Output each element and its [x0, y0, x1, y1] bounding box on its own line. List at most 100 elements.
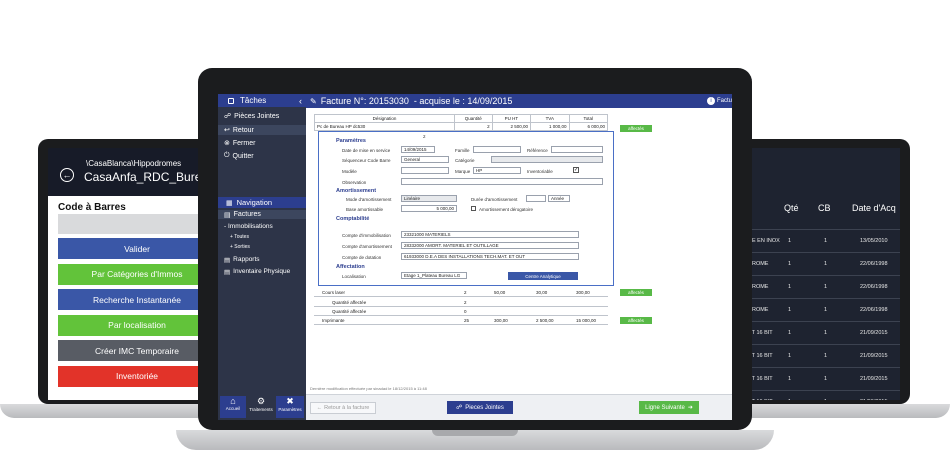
amortization-account-label: Compte d'amortissement: [342, 244, 392, 249]
gear-icon: ⚙: [256, 396, 266, 406]
depreciation-mode-select[interactable]: Linéaire: [401, 195, 457, 202]
inventoriable-label: Inventoriable: [527, 169, 553, 174]
left-action-button[interactable]: Inventoriée: [58, 365, 216, 387]
table-cell: 25: [464, 318, 470, 323]
nav-item-inventory[interactable]: ▤ Inventaire Physique: [218, 267, 306, 276]
assigned-tag: affectés: [620, 125, 652, 132]
nav-item-invoices[interactable]: ▤ Factures: [218, 210, 306, 219]
analytic-center-button[interactable]: Centre Analytique: [508, 272, 578, 280]
back-icon: ↩: [224, 127, 230, 134]
nav-item-all[interactable]: + Toutes: [218, 233, 306, 241]
table-row[interactable]: Cours laser 2 50,00 30,00 300,00: [314, 288, 608, 297]
inventoriable-checkbox[interactable]: ✓: [573, 167, 579, 173]
table-cell: 30,00: [536, 290, 548, 295]
sidebar-item-close[interactable]: ⊗ Fermer: [218, 138, 306, 148]
reference-field[interactable]: [551, 146, 603, 153]
settings-button[interactable]: ✖ Paramètres: [276, 396, 304, 418]
date-label: Date de mise en service: [342, 148, 391, 153]
col-unit-price: PU HT: [491, 114, 532, 123]
assigned-tag: affectés: [620, 317, 652, 324]
col-designation: Désignation: [314, 114, 455, 123]
left-action-button[interactable]: Recherche Instantanée: [58, 289, 216, 310]
tasks-icon: [228, 97, 234, 104]
center-laptop-notch: [432, 430, 518, 436]
table-row[interactable]: Quantité affectée 0: [314, 307, 608, 316]
table-row[interactable]: [748, 299, 900, 321]
category-select[interactable]: [491, 156, 603, 163]
sequencer-select[interactable]: General: [401, 156, 449, 163]
table-row[interactable]: [748, 230, 900, 252]
allocation-account-label: Compte de dotation: [342, 255, 382, 260]
table-row[interactable]: Imprimante 25 300,00 2 500,00 15 000,00: [314, 316, 608, 325]
location-field[interactable]: Etage 1_Plateau Bureau LG: [401, 272, 467, 279]
model-field[interactable]: [401, 167, 449, 174]
count-value: 2: [423, 134, 426, 139]
back-arrow-icon[interactable]: ←: [60, 168, 74, 182]
back-to-invoice-button[interactable]: ← Retour à la facture: [310, 402, 376, 414]
asset-account-field[interactable]: 23321000 MATERIELS: [401, 231, 579, 238]
collapse-chevron-icon[interactable]: ‹: [299, 96, 302, 106]
nav-item-assets[interactable]: - Immobilisations: [218, 222, 306, 231]
left-action-button[interactable]: Créer IMC Temporaire: [58, 340, 216, 361]
table-row[interactable]: [748, 253, 900, 275]
home-button[interactable]: ⌂ Accueil: [220, 396, 246, 418]
category-label: Catégorie: [455, 158, 475, 163]
table-row[interactable]: [748, 391, 900, 400]
next-line-button[interactable]: Ligne Suivante ➜: [639, 401, 699, 414]
navigation-header: ▦ Navigation: [218, 197, 306, 208]
observation-field[interactable]: [401, 178, 603, 185]
tasks-title: Tâches: [240, 96, 267, 105]
brand-label: Marque: [455, 169, 471, 174]
family-label: Famille: [455, 148, 470, 153]
left-app-header: \CasaBlanca\Hippodromes ← CasaAnfa_RDC_B…: [48, 148, 216, 196]
left-app-title: CasaAnfa_RDC_Bure: [84, 170, 202, 184]
left-action-button[interactable]: Par Catégories d'Immos: [58, 263, 216, 285]
assigned-tag: affectés: [620, 289, 652, 296]
date-field[interactable]: 14/09/2015: [401, 146, 435, 153]
title-right-label: Factu: [716, 98, 732, 104]
col-header-cb: CB: [818, 203, 831, 213]
paperclip-icon: ☍: [456, 405, 463, 411]
family-field[interactable]: [473, 146, 521, 153]
processing-button[interactable]: ⚙ Traitements: [248, 396, 274, 418]
table-row[interactable]: [748, 368, 900, 390]
left-breadcrumb: \CasaBlanca\Hippodromes: [86, 159, 182, 168]
back-arrow-icon: ←: [316, 405, 323, 411]
allocation-account-field[interactable]: 61933000 D.E.A DES INSTALLATIONS TECH.MA…: [401, 253, 579, 260]
table-row[interactable]: Quantité affectée 2: [314, 298, 608, 307]
nav-item-reports[interactable]: ▤ Rapports: [218, 255, 306, 264]
table-row[interactable]: [748, 322, 900, 344]
accounting-section: Comptabilité: [336, 216, 370, 222]
close-icon: ⊗: [224, 140, 230, 147]
table-row[interactable]: [748, 276, 900, 298]
table-row[interactable]: [748, 345, 900, 367]
nav-item-outgoing[interactable]: + Sorties: [218, 243, 306, 251]
amortization-account-field[interactable]: 28332000 AMORT. MATERIEL ET OUTILLAGE: [401, 242, 579, 249]
tools-icon: ✖: [286, 396, 294, 406]
base-field[interactable]: 5 000,00: [401, 205, 457, 212]
duration-unit-select[interactable]: Année: [548, 195, 570, 202]
edit-icon: ✎: [310, 96, 317, 106]
attachments-button[interactable]: ☍ Pieces Jointes: [447, 401, 513, 414]
info-icon[interactable]: i: [706, 97, 715, 105]
table-row[interactable]: Pc de Bureau HP dc530 2 2 500,00 1 000,0…: [314, 122, 609, 131]
invoice-title: Facture N°: 20153030 - acquise le : 14/0…: [320, 96, 513, 106]
left-action-button[interactable]: Valider: [58, 238, 216, 259]
sidebar-item-attachments[interactable]: ☍ Pièces Jointes: [218, 111, 306, 121]
sequencer-label: Séquenceur Code Barre: [342, 158, 391, 163]
invoice-title-bar: ✎ Facture N°: 20153030 - acquise le : 14…: [306, 94, 732, 108]
derogatory-checkbox[interactable]: [471, 206, 476, 211]
brand-field[interactable]: HP: [473, 167, 521, 174]
table-cell: Quantité affectée: [332, 300, 367, 305]
col-header-qty: Qté: [784, 203, 799, 213]
barcode-input[interactable]: [58, 214, 216, 234]
sidebar-item-quit[interactable]: ⏻ Quitter: [218, 151, 306, 161]
parameters-section: Paramètres: [336, 138, 366, 144]
model-label: Modèle: [342, 169, 357, 174]
base-label: Base amortissable: [346, 207, 384, 212]
table-header-row: Désignation Quantité PU HT TVA Total: [314, 114, 609, 123]
left-action-button[interactable]: Par localisation: [58, 314, 216, 336]
sidebar-item-back[interactable]: ↩ Retour: [218, 125, 306, 135]
duration-field[interactable]: [526, 195, 546, 202]
duration-label: Durée d'amortissement: [471, 197, 518, 202]
